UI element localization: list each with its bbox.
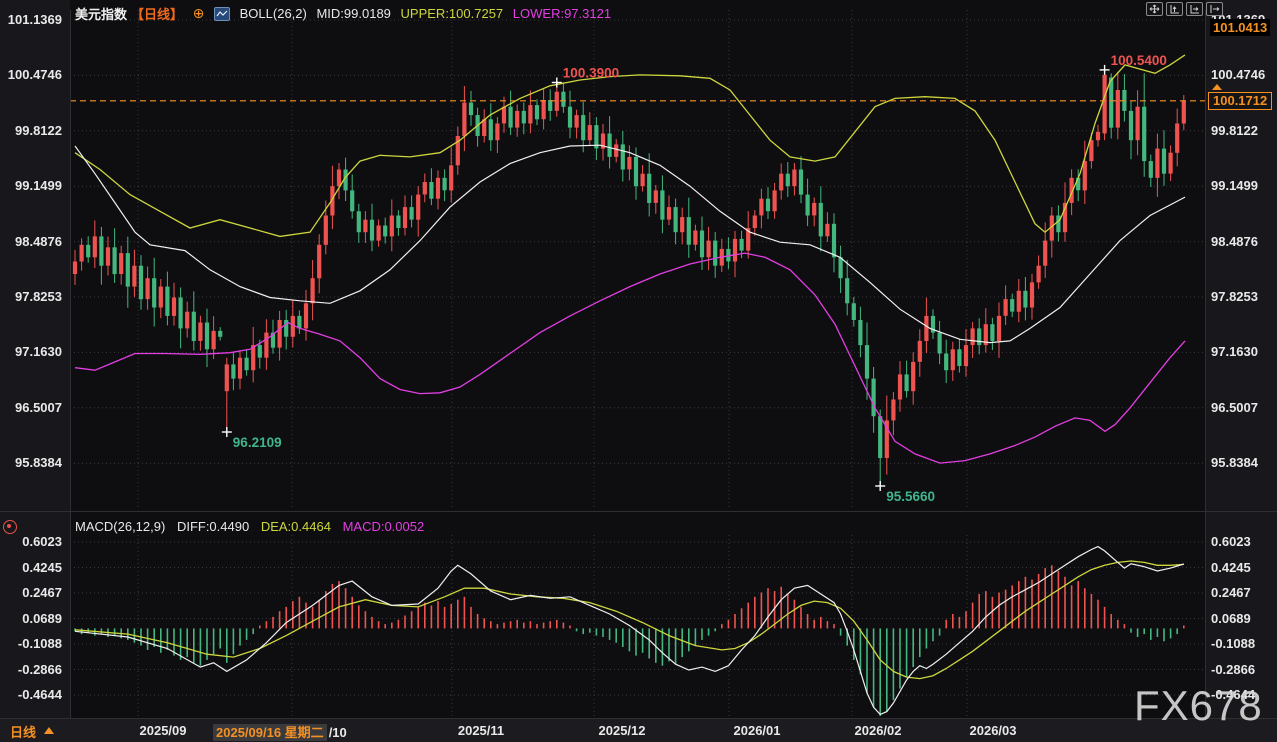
indicator-target-icon[interactable] [3,520,17,534]
trading-chart-app: 100.3900 100.5400 96.2109 95.5660 美元指数 【日线】 … [0,0,1277,742]
price-axis-label: 99.8122 [15,123,62,138]
add-indicator-icon[interactable]: ⊕ [193,5,205,21]
boll-params-label: BOLL(26,2) [239,6,307,21]
panel-divider [0,511,1277,512]
boll-lower-value: LOWER:97.3121 [512,6,612,21]
boll-mid-value: MID:99.0189 [316,6,391,21]
price-axis-label: 97.1630 [1211,344,1258,359]
price-axis-label: 95.8384 [15,455,62,470]
macd-params-label: MACD(26,12,9) [75,519,166,534]
macd-axis-label: 0.2467 [1211,585,1251,600]
main-chart-header: 美元指数 【日线】 ⊕ BOLL(26,2) MID:99.0189 UPPER:… [75,4,617,23]
crosshair-date-value: 2025/09/16 星期二 [213,724,327,741]
boll-upper-value: UPPER:100.7257 [400,6,504,21]
macd-diff-value: DIFF:0.4490 [176,519,250,534]
price-axis-label: 99.1499 [15,178,62,193]
price-arrow-icon [1212,84,1222,90]
price-axis-label: 100.4746 [7,67,62,82]
scale-left-axis-icon[interactable] [1166,2,1183,16]
macd-axis-label: 0.4245 [22,560,62,575]
svg-text:100.3900: 100.3900 [563,66,619,81]
price-axis-label: 99.1499 [1211,178,1258,193]
left-axis-border [70,10,71,718]
session-high-label: 101.0413 [1210,19,1271,36]
right-axis-border [1205,10,1206,718]
date-label: 2026/03 [969,723,1017,738]
macd-axis-label: 0.2467 [22,585,62,600]
candlestick-macd-chart[interactable]: 100.3900 100.5400 96.2109 95.5660 [0,0,1277,742]
price-axis-label: 97.8253 [1211,289,1258,304]
crosshair-date-suffix: /10 [328,725,347,740]
price-axis-label: 96.5007 [1211,400,1258,415]
macd-axis-label: -0.4644 [17,687,62,702]
macd-header: MACD(26,12,9) DIFF:0.4490 DEA:0.4464 MAC… [75,519,432,534]
macd-dea-value: DEA:0.4464 [260,519,331,534]
price-axis-label: 98.4876 [1211,234,1258,249]
price-axis-label: 100.4746 [1211,67,1266,82]
macd-axis-label: 0.0689 [22,611,62,626]
scale-right-axis-icon[interactable] [1186,2,1203,16]
macd-axis-label: 0.6023 [1211,534,1251,549]
crosshair-date-label: 2025/09/16 星期二/10 [213,722,347,741]
last-price-label[interactable]: 100.1712 [1208,92,1273,110]
date-label: 2025/11 [457,723,505,738]
price-axis-label: 97.1630 [15,344,62,359]
price-axis-label: 97.8253 [15,289,62,304]
macd-axis-label: -0.1088 [17,636,62,651]
symbol-name: 美元指数 [75,7,128,22]
macd-axis-label: 0.0689 [1211,611,1251,626]
price-axis-label: 95.8384 [1211,455,1258,470]
macd-axis-label: 0.4245 [1211,560,1251,575]
chart-toolbar [1146,2,1223,16]
svg-text:95.5660: 95.5660 [886,489,935,504]
period-tag[interactable]: 【日线】 [131,7,183,22]
svg-text:96.2109: 96.2109 [233,435,282,450]
boll-chart-icon[interactable] [214,6,231,21]
macd-axis-label: -0.1088 [1211,636,1256,651]
macd-axis-label: -0.2866 [1211,662,1256,677]
date-label: 2025/12 [598,723,646,738]
watermark: FX678 [1134,682,1263,729]
triangle-up-icon[interactable] [44,727,54,734]
date-label: 2025/09 [139,723,187,738]
price-axis-label: 96.5007 [15,400,62,415]
macd-axis-label: -0.2866 [17,662,62,677]
price-axis-label: 99.8122 [1211,123,1258,138]
time-axis-bar: 日线 2025/09/16 星期二/10 2025/09 2025/11 2025/… [0,718,1277,742]
date-label: 2026/02 [854,723,902,738]
pan-right-icon[interactable] [1206,2,1223,16]
macd-axis-label: 0.6023 [22,534,62,549]
date-label: 2026/01 [733,723,781,738]
move-tool-icon[interactable] [1146,2,1163,16]
price-axis-label: 101.1369 [7,12,62,27]
macd-macd-value: MACD:0.0052 [342,519,425,534]
svg-text:100.5400: 100.5400 [1111,53,1167,68]
period-selector[interactable]: 日线 [10,722,36,741]
price-axis-label: 98.4876 [15,234,62,249]
